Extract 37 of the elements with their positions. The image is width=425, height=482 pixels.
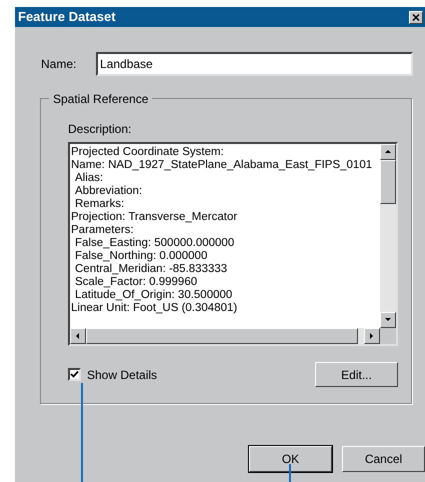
checkmark-icon — [70, 370, 79, 379]
description-line: Projected Coordinate System: — [71, 146, 225, 159]
description-line: False_Northing: 0.000000 — [75, 250, 208, 263]
description-line: Scale_Factor: 0.999960 — [75, 276, 198, 289]
scroll-left-button[interactable] — [70, 328, 86, 344]
scroll-down-button[interactable] — [380, 312, 396, 328]
description-line: Abbreviation: — [75, 185, 144, 198]
description-line: Projection: Transverse_Mercator — [71, 211, 238, 224]
up-arrow-icon — [384, 148, 392, 156]
vertical-scrollbar[interactable] — [380, 144, 396, 328]
dialog-button[interactable]: OK — [249, 446, 332, 472]
edit-button[interactable]: Edit... — [315, 362, 398, 387]
name-label: Name: — [41, 56, 78, 73]
down-arrow-icon — [384, 316, 392, 324]
window-title: Feature Dataset — [18, 8, 116, 26]
name-field[interactable]: Landbase — [96, 52, 413, 76]
scroll-up-button[interactable] — [380, 144, 396, 160]
description-line: Remarks: — [75, 198, 126, 211]
show-details-label: Show Details — [87, 366, 158, 384]
left-arrow-icon — [74, 332, 82, 340]
close-button[interactable] — [409, 10, 423, 24]
description-line: False_Easting: 500000.000000 — [75, 237, 236, 250]
description-line: Alias: — [75, 172, 104, 185]
right-arrow-icon — [368, 332, 376, 340]
description-label: Description: — [68, 121, 132, 138]
close-icon — [412, 14, 420, 20]
description-line: Linear Unit: Foot_US (0.304801) — [71, 302, 238, 315]
show-details-checkbox[interactable] — [68, 368, 81, 381]
scrollbar-corner — [380, 328, 396, 344]
scroll-right-button[interactable] — [364, 328, 380, 344]
description-line: Latitude_Of_Origin: 30.500000 — [75, 289, 234, 302]
description-line: Name: NAD_1927_StatePlane_Alabama_East_FIPS_0101 — [71, 159, 374, 172]
description-line: Parameters: — [71, 224, 135, 237]
callout-line — [289, 464, 291, 482]
description-line: Central_Meridian: -85.833333 — [75, 263, 228, 276]
scroll-thumb[interactable] — [380, 160, 396, 204]
dialog-button[interactable]: Cancel — [342, 446, 425, 472]
